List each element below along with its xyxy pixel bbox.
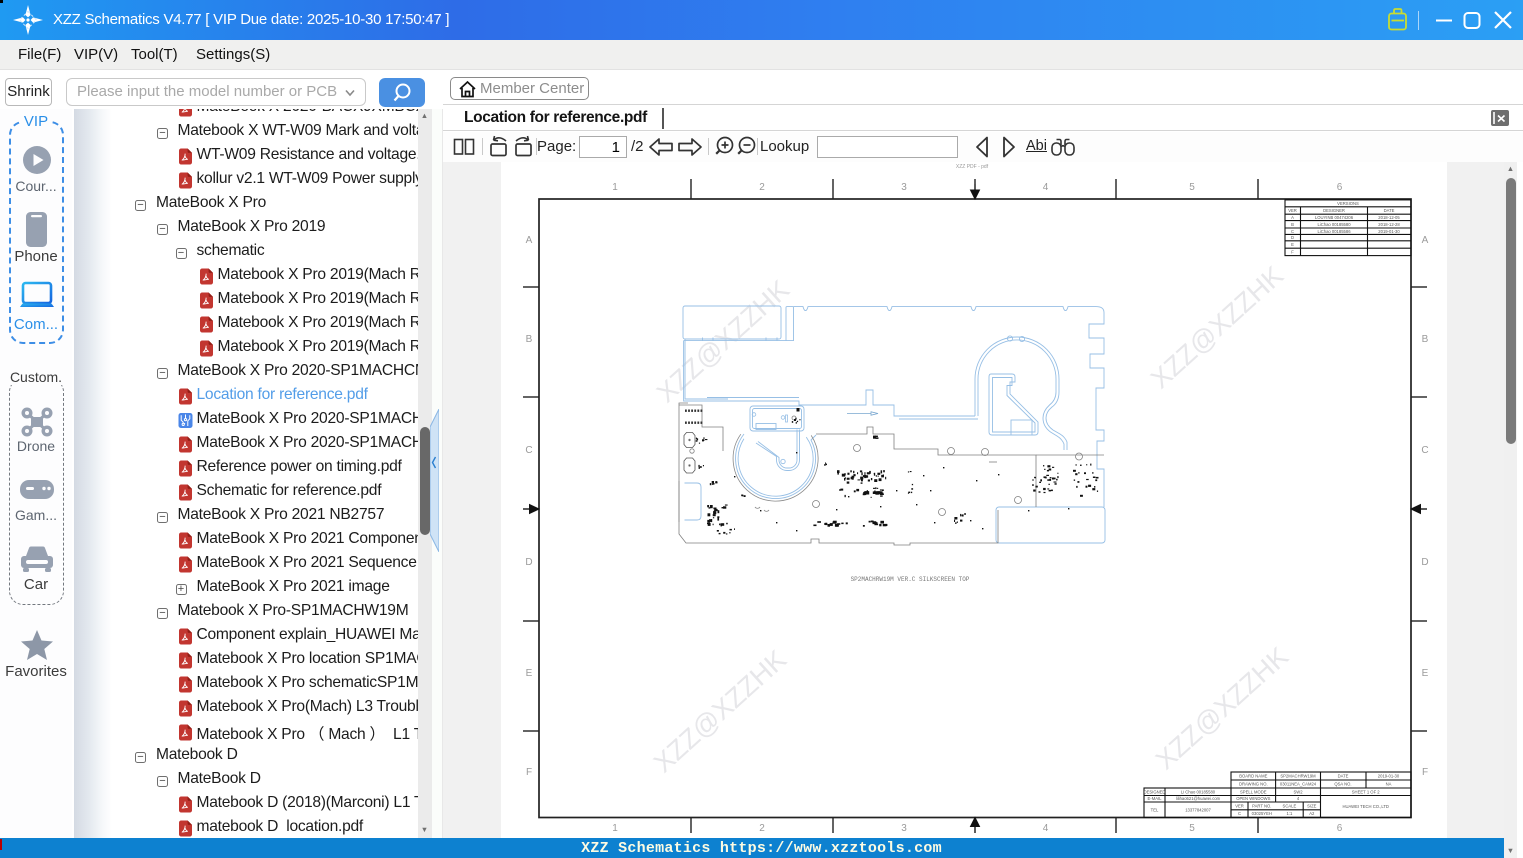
svg-text:E: E [526,668,533,679]
svg-text:SP2MACHRW19M: SP2MACHRW19M [1280,773,1316,778]
svg-text:DATE: DATE [1338,773,1349,778]
svg-text:2018-12-05: 2018-12-05 [1378,215,1400,220]
svg-text:3: 3 [901,823,907,834]
svg-text:B: B [526,334,533,345]
svg-text:3: 3 [901,182,907,193]
svg-text:XZZ PDF - pdf: XZZ PDF - pdf [956,164,989,170]
svg-text:2: 2 [759,182,765,193]
svg-text:XZZ@XZZHK: XZZ@XZZHK [1145,260,1289,394]
svg-text:VERSIONS: VERSIONS [1337,200,1359,205]
svg-text:SCALE: SCALE [1283,803,1297,808]
svg-text:03011NEA_CAM24: 03011NEA_CAM24 [1280,781,1317,786]
svg-text:SW2: SW2 [1293,789,1303,794]
svg-text:1: 1 [612,182,618,193]
svg-text:XZZ@XZZHK: XZZ@XZZHK [648,644,792,778]
svg-text:F: F [1422,767,1428,778]
svg-text:Li Chao 00185580: Li Chao 00185580 [1181,789,1216,794]
svg-text:LiChao 00185586: LiChao 00185586 [1317,228,1351,233]
svg-text:A2: A2 [1309,811,1315,816]
svg-text:SPELL MODE: SPELL MODE [1240,789,1267,794]
svg-text:4: 4 [1043,182,1049,193]
svg-text:6: 6 [1337,182,1343,193]
svg-text:NA: NA [1386,781,1392,786]
svg-text:D: D [1291,235,1294,240]
svg-text:F: F [526,767,532,778]
svg-text:C: C [525,445,532,456]
svg-text:DATE: DATE [1384,208,1395,213]
svg-text:VER: VER [1235,803,1244,808]
svg-text:A: A [526,235,533,246]
svg-text:QSA NO.: QSA NO. [1334,781,1351,786]
svg-text:2019-01-30: 2019-01-30 [1378,773,1400,778]
svg-text:5: 5 [1189,823,1195,834]
svg-text:B: B [1422,334,1429,345]
svg-text:lilihao521@huawei.com: lilihao521@huawei.com [1176,796,1221,801]
svg-text:1: 1 [612,823,618,834]
svg-text:E: E [1422,668,1429,679]
svg-text:XZZ@XZZHK: XZZ@XZZHK [1150,641,1294,775]
svg-text:E-MAIL: E-MAIL [1148,796,1163,801]
svg-text:2: 2 [759,823,765,834]
svg-text:OPEN WINDOWS: OPEN WINDOWS [1236,796,1270,801]
svg-text:BOARD NAME: BOARD NAME [1239,773,1267,778]
svg-text:4: 4 [1043,823,1049,834]
svg-text:PART NO.: PART NO. [1252,803,1271,808]
svg-text:5: 5 [1189,182,1195,193]
svg-text:VER: VER [1288,208,1297,213]
svg-text:XZZ@XZZHK: XZZ@XZZHK [651,274,795,408]
svg-text:DRAWING NO.: DRAWING NO. [1239,781,1268,786]
svg-text:F: F [1291,249,1294,254]
svg-text:A: A [1291,215,1294,220]
svg-text:6: 6 [1337,823,1343,834]
svg-text:E: E [1291,242,1294,247]
svg-text:1:1: 1:1 [1286,811,1292,816]
svg-text:C: C [1291,228,1294,233]
svg-text:4: 4 [1297,796,1300,801]
svg-text:B: B [1291,221,1294,226]
svg-text:TEL: TEL [1151,807,1159,812]
svg-text:SP2MACHRW19M VER.C SILKSCREEN: SP2MACHRW19M VER.C SILKSCREEN TOP [851,576,970,583]
svg-text:LOUYINB 00474206: LOUYINB 00474206 [1315,215,1354,220]
svg-text:13377842007: 13377842007 [1185,807,1211,812]
svg-text:SIZE: SIZE [1307,803,1317,808]
svg-text:D: D [1421,557,1428,568]
svg-text:LiChao 00185580: LiChao 00185580 [1317,221,1351,226]
svg-text:DESIGNED: DESIGNED [1144,789,1166,794]
svg-text:2018-12-28: 2018-12-28 [1378,221,1400,226]
svg-text:SHEET 1 OF 2: SHEET 1 OF 2 [1352,789,1381,794]
svg-text:C: C [1421,445,1428,456]
svg-text:C: C [1238,811,1241,816]
svg-text:DESIGNER: DESIGNER [1323,208,1345,213]
svg-text:2019-01-30: 2019-01-30 [1378,228,1400,233]
svg-text:D: D [525,557,532,568]
svg-text:A: A [1422,235,1429,246]
svg-text:03025YEH: 03025YEH [1252,811,1272,816]
svg-text:HUAWEI TECH CO.,LTD: HUAWEI TECH CO.,LTD [1342,804,1388,809]
